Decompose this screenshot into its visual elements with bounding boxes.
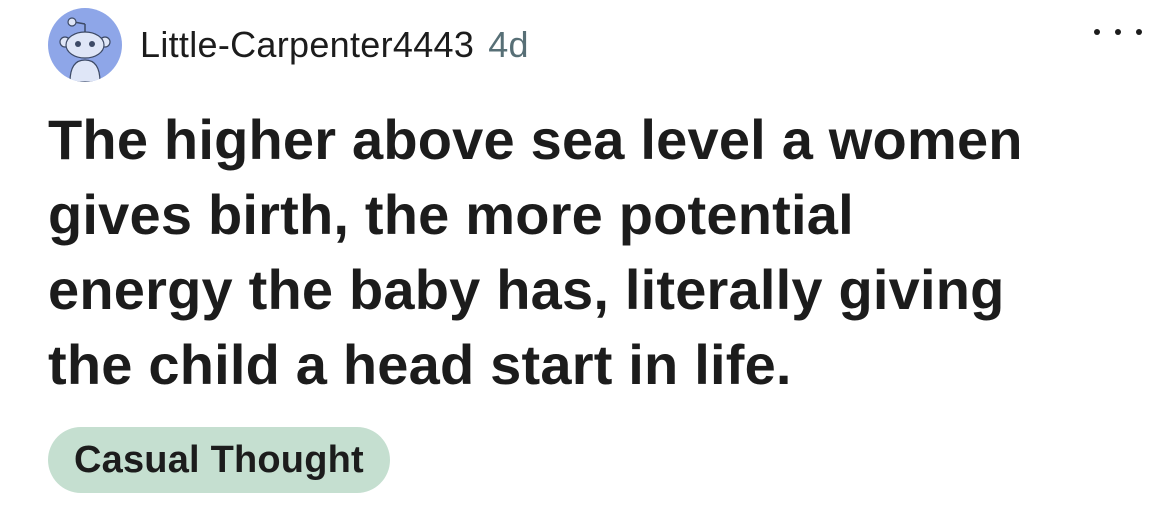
dot — [1115, 29, 1121, 35]
post-title-line: the child a head start in life. — [48, 333, 792, 396]
dot — [1136, 29, 1142, 35]
author-username[interactable]: Little-Carpenter4443 — [140, 24, 474, 66]
avatar[interactable] — [48, 8, 122, 82]
post-title-line: energy the baby has, literally giving — [48, 258, 1005, 321]
post-age: 4d — [488, 24, 529, 65]
dot — [1094, 29, 1100, 35]
post-meta: Little-Carpenter4443 4d — [140, 24, 529, 66]
post-title-line: The higher above sea level a women — [48, 108, 1023, 171]
post-title[interactable]: The higher above sea level a women gives… — [48, 102, 1148, 402]
snoo-avatar-icon — [59, 17, 111, 82]
post-title-line: gives birth, the more potential — [48, 183, 854, 246]
post-flair[interactable]: Casual Thought — [48, 427, 390, 493]
post-header: Little-Carpenter4443 4d — [48, 8, 1122, 82]
more-options-icon[interactable] — [1094, 20, 1142, 44]
post-card: Little-Carpenter4443 4d The higher above… — [0, 0, 1170, 517]
